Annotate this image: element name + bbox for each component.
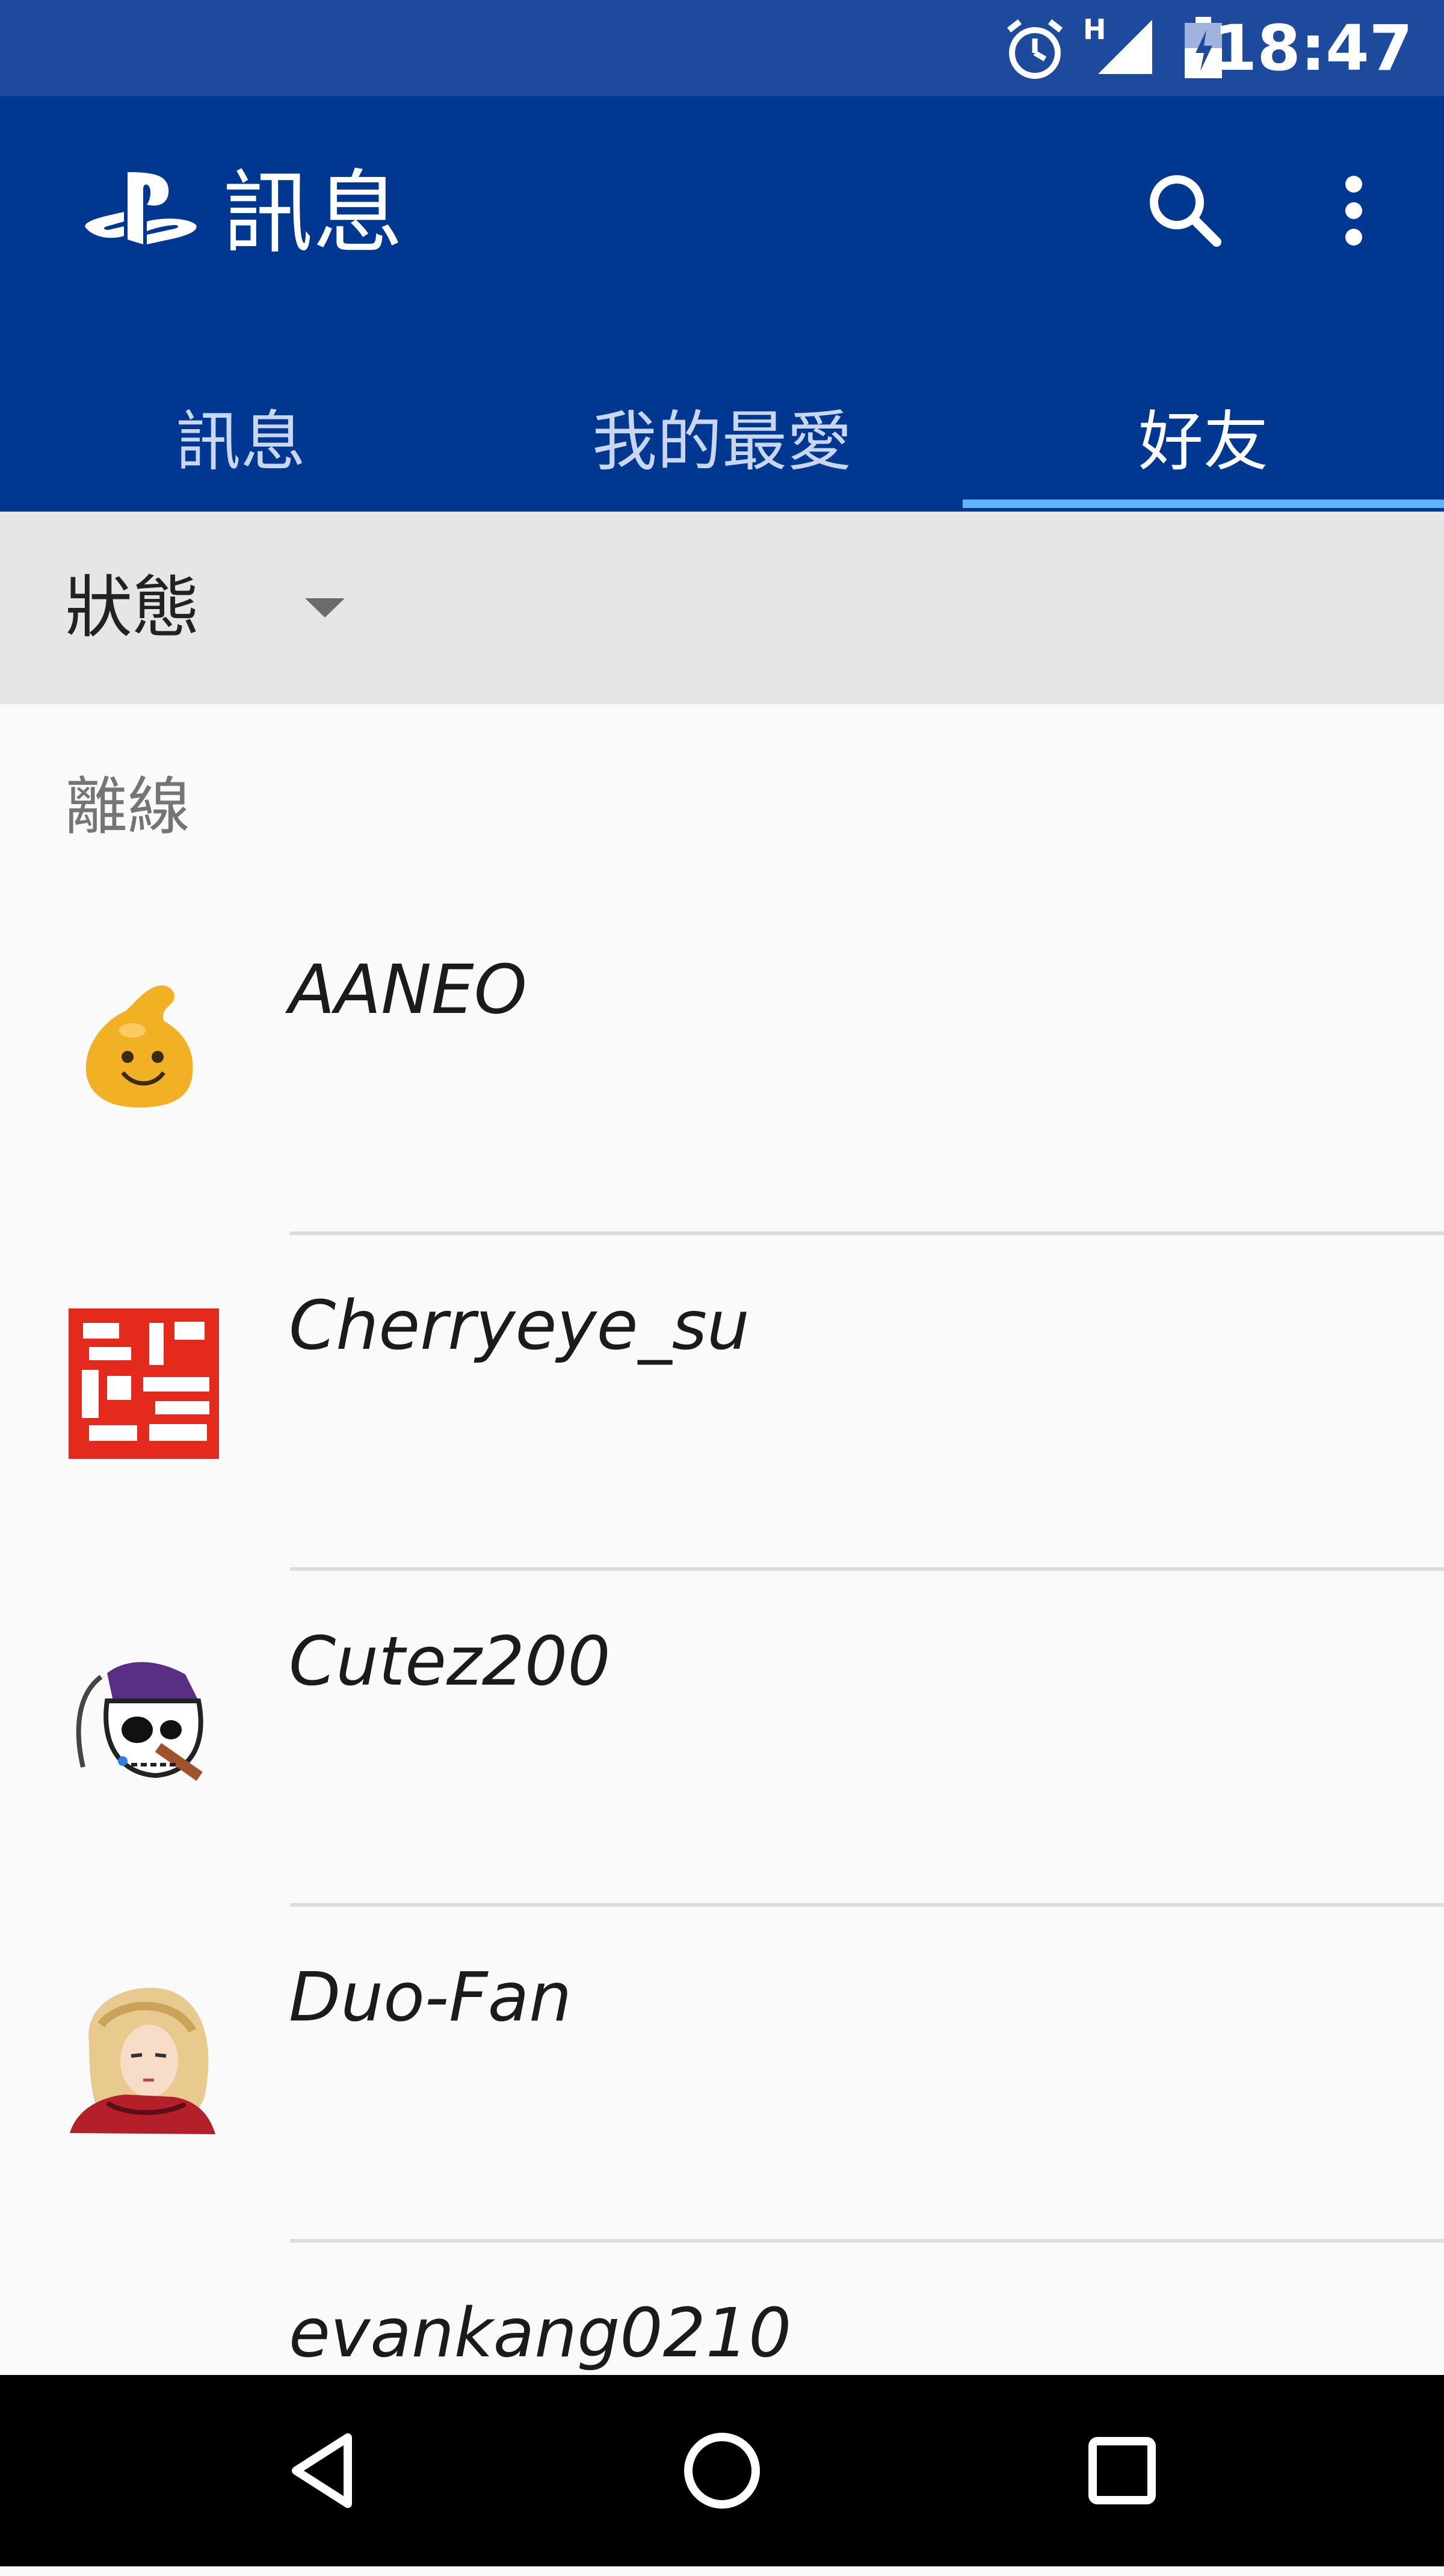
status-time: 18:47 bbox=[1213, 11, 1413, 85]
more-options-button[interactable] bbox=[1306, 163, 1402, 259]
recents-icon bbox=[1088, 2437, 1156, 2504]
red-seal-avatar bbox=[69, 1308, 219, 1459]
friend-name: Cherryeye_su bbox=[289, 1287, 750, 1365]
app-title: 訊息 bbox=[223, 161, 404, 266]
home-icon bbox=[684, 2433, 760, 2509]
more-vert-icon bbox=[1345, 176, 1362, 246]
friend-row[interactable]: Cutez200 bbox=[0, 1568, 1444, 1904]
dropdown-arrow-icon bbox=[305, 598, 345, 618]
friend-row[interactable]: Duo-Fan bbox=[0, 1904, 1444, 2240]
app-bar: 訊息 訊息 我的最愛 好友 bbox=[0, 96, 1444, 512]
tab-indicator bbox=[963, 500, 1444, 508]
tab-label: 訊息 bbox=[175, 404, 306, 480]
friend-name: Cutez200 bbox=[289, 1623, 611, 1701]
search-icon bbox=[1150, 175, 1221, 247]
search-button[interactable] bbox=[1137, 163, 1233, 259]
back-icon bbox=[292, 2433, 352, 2508]
filter-label: 狀態 bbox=[65, 569, 200, 647]
home-button[interactable] bbox=[659, 2407, 785, 2534]
alarm-icon bbox=[1007, 19, 1063, 79]
status-filter-dropdown[interactable]: 狀態 bbox=[0, 512, 1444, 704]
tab-label: 我的最愛 bbox=[591, 404, 852, 480]
tab-messages[interactable]: 訊息 bbox=[0, 361, 481, 512]
friend-name: Duo-Fan bbox=[289, 1958, 572, 2037]
playstation-logo-icon bbox=[85, 172, 197, 244]
friend-name: evankang0210 bbox=[289, 2294, 792, 2373]
back-button[interactable] bbox=[259, 2407, 385, 2534]
status-bar: H 18:47 bbox=[0, 0, 1444, 96]
recents-button[interactable] bbox=[1059, 2407, 1185, 2534]
tab-label: 好友 bbox=[1138, 404, 1268, 480]
system-nav-bar bbox=[0, 2375, 1444, 2566]
anime-girl-avatar bbox=[70, 1987, 215, 2134]
skull-pirate-avatar bbox=[76, 1662, 203, 1781]
friend-row[interactable]: Cherryeye_su bbox=[0, 1233, 1444, 1568]
tab-friends[interactable]: 好友 bbox=[963, 361, 1444, 512]
tab-favorites[interactable]: 我的最愛 bbox=[481, 361, 963, 512]
friend-row[interactable]: AANEO bbox=[0, 897, 1444, 1233]
signal-icon bbox=[1098, 20, 1152, 74]
friend-name: AANEO bbox=[289, 951, 527, 1029]
yellow-blob-avatar bbox=[85, 985, 193, 1108]
section-header-offline: 離線 bbox=[65, 770, 191, 843]
